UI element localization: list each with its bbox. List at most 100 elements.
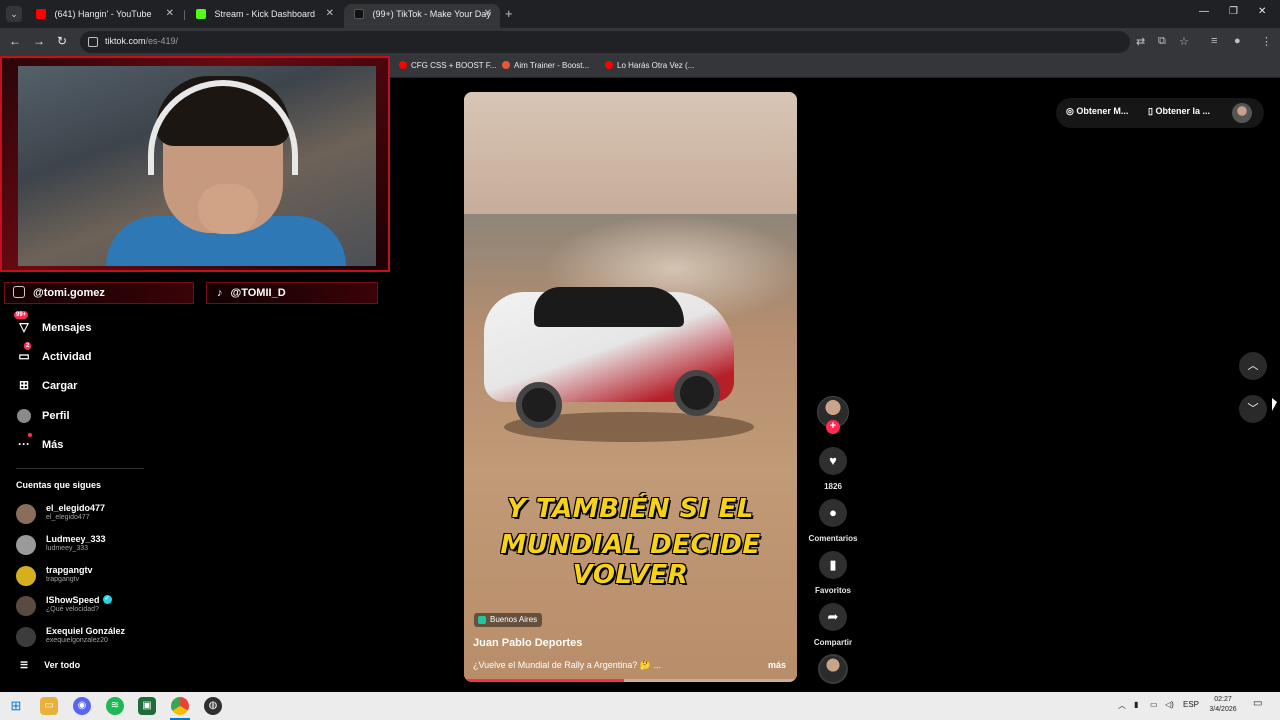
user-avatar[interactable] bbox=[1232, 103, 1252, 123]
install-app-icon[interactable]: ⧉ bbox=[1158, 35, 1166, 48]
chevron-up-icon: ︿ bbox=[1247, 360, 1259, 372]
browser-toolbar: ← → ↻ tiktok.com/es-419/ ⇄ ⧉ ☆ ≡ ● ⋮ bbox=[0, 28, 1280, 56]
kebab-menu-icon[interactable]: ⋮ bbox=[1261, 35, 1272, 48]
chrome-icon[interactable] bbox=[171, 697, 189, 715]
notification-icon[interactable]: ▭ bbox=[1253, 698, 1262, 709]
tiktok-handle: ♪ @TOMII_D bbox=[206, 282, 378, 304]
get-app-button[interactable]: ▯ Obtener la ... bbox=[1148, 106, 1210, 117]
car-wheel bbox=[674, 370, 720, 416]
reload-icon[interactable]: ↻ bbox=[57, 34, 67, 48]
account-name: Ludmeey_333 bbox=[46, 534, 106, 544]
comment-icon: ● bbox=[829, 505, 837, 520]
kick-icon bbox=[196, 8, 206, 19]
site-info-icon[interactable] bbox=[88, 37, 98, 47]
back-icon[interactable]: ← bbox=[9, 34, 21, 48]
previous-video-button[interactable]: ︿ bbox=[1239, 352, 1267, 380]
video-progress-fill bbox=[464, 679, 624, 682]
avatar bbox=[16, 535, 36, 555]
tab-tiktok[interactable]: (99+) TikTok - Make Your Day ✕ bbox=[344, 4, 500, 28]
upload-icon: ⊞ bbox=[18, 378, 30, 392]
new-tab-button[interactable]: + bbox=[505, 6, 513, 21]
sidebar-item-actividad[interactable]: ▭ 2 Actividad bbox=[16, 342, 92, 366]
share-icon: ➦ bbox=[827, 609, 839, 624]
bookmark-item[interactable]: Aim Trainer - Boost... bbox=[502, 60, 589, 70]
profile-icon[interactable]: ● bbox=[1234, 35, 1241, 47]
video-description: ¿Vuelve el Mundial de Rally a Argentina?… bbox=[473, 660, 661, 670]
sound-disc[interactable] bbox=[818, 654, 848, 684]
account-handle: ludmeey_333 bbox=[46, 545, 89, 552]
avatar bbox=[16, 627, 36, 647]
tab-divider bbox=[184, 10, 185, 20]
maximize-icon[interactable]: ❐ bbox=[1229, 6, 1238, 17]
tab-kick[interactable]: Stream - Kick Dashboard ✕ bbox=[186, 4, 342, 28]
favorites-button[interactable]: ▮ bbox=[819, 551, 847, 579]
windows-taskbar: ⊞ ▭ ◉ ≋ ▣ ◍ ︿ ▮ ▭ ◁) ESP 02:27 3/4/2026 … bbox=[0, 692, 1280, 720]
minimize-icon[interactable]: — bbox=[1199, 6, 1209, 17]
forward-icon[interactable]: → bbox=[33, 34, 45, 48]
volume-icon[interactable]: ◁) bbox=[1165, 700, 1174, 709]
instagram-icon bbox=[13, 286, 25, 299]
more-link[interactable]: más bbox=[768, 660, 786, 670]
activity-badge: 2 bbox=[24, 342, 32, 350]
mouse-cursor bbox=[1272, 398, 1277, 411]
obs-icon[interactable]: ◍ bbox=[204, 697, 222, 715]
bookmark-item[interactable]: Lo Harás Otra Vez (... bbox=[605, 60, 694, 70]
tab-youtube[interactable]: (641) Hangin' - YouTube ✕ bbox=[26, 4, 182, 28]
youtube-icon bbox=[605, 60, 613, 69]
location-icon bbox=[478, 616, 486, 624]
discord-icon[interactable]: ◉ bbox=[73, 697, 91, 715]
windows-start-icon[interactable]: ⊞ bbox=[7, 697, 25, 715]
bookmark-star-icon[interactable]: ☆ bbox=[1179, 35, 1189, 48]
show-hidden-icons[interactable]: ︿ bbox=[1118, 700, 1126, 711]
heart-icon: ♥ bbox=[829, 453, 837, 468]
see-all-link[interactable]: ☰ Ver todo bbox=[20, 660, 80, 671]
spotify-icon[interactable]: ≋ bbox=[106, 697, 124, 715]
like-button[interactable]: ♥ bbox=[819, 447, 847, 475]
location-tag[interactable]: Buenos Aires bbox=[474, 613, 543, 627]
bookmark-item[interactable]: CFG CSS + BOOST F... bbox=[399, 60, 496, 70]
address-bar[interactable]: tiktok.com/es-419/ bbox=[80, 31, 1130, 53]
file-explorer-icon[interactable]: ▭ bbox=[40, 697, 58, 715]
tiktok-icon: ♪ bbox=[217, 287, 223, 299]
header-actions: ◎ Obtener M... ▯ Obtener la ... bbox=[1056, 98, 1264, 128]
car-windshield bbox=[534, 287, 684, 327]
tab-search-icon[interactable]: ⌄ bbox=[6, 6, 22, 22]
sidebar-item-cargar[interactable]: ⊞ Cargar bbox=[16, 375, 78, 395]
close-icon[interactable]: ✕ bbox=[326, 4, 334, 24]
webcam-feed bbox=[18, 66, 376, 266]
divider bbox=[16, 468, 144, 469]
tab-title: Stream - Kick Dashboard bbox=[214, 9, 316, 19]
share-button[interactable]: ➦ bbox=[819, 603, 847, 631]
video-author[interactable]: Juan Pablo Deportes bbox=[473, 637, 582, 649]
follow-plus-icon[interactable]: + bbox=[826, 420, 840, 434]
video-caption-line1: Y TAMBIÉN SI EL bbox=[507, 494, 754, 524]
aim-trainer-icon bbox=[502, 60, 510, 69]
close-icon[interactable]: ✕ bbox=[484, 4, 492, 24]
close-window-icon[interactable]: ✕ bbox=[1258, 6, 1266, 17]
video-player[interactable]: Y TAMBIÉN SI EL MUNDIAL DECIDE VOLVER Bu… bbox=[464, 92, 797, 682]
sidebar-item-perfil[interactable]: Perfil bbox=[16, 405, 70, 425]
microphone-icon[interactable]: ▮ bbox=[1134, 700, 1138, 709]
car-wheel bbox=[516, 382, 562, 428]
comments-label: Comentarios bbox=[808, 534, 858, 543]
send-icon: ▽ 99+ bbox=[14, 311, 29, 334]
taskbar-clock[interactable]: 02:27 3/4/2026 bbox=[1203, 695, 1243, 715]
next-video-button[interactable]: ﹀ bbox=[1239, 395, 1267, 423]
sidebar-item-label: Más bbox=[42, 439, 64, 451]
kick-app-icon[interactable]: ▣ bbox=[138, 697, 156, 715]
translate-icon[interactable]: ⇄ bbox=[1136, 35, 1145, 48]
avatar bbox=[16, 504, 36, 524]
sidebar-item-mensajes[interactable]: ▽ 99+ Mensajes bbox=[14, 311, 92, 337]
language-indicator[interactable]: ESP bbox=[1183, 700, 1199, 709]
video-caption-line2: MUNDIAL DECIDE VOLVER bbox=[500, 530, 761, 590]
network-icon[interactable]: ▭ bbox=[1150, 700, 1158, 709]
sidebar-item-mas[interactable]: ··· Más bbox=[16, 433, 64, 454]
close-icon[interactable]: ✕ bbox=[166, 4, 174, 24]
get-coins-button[interactable]: ◎ Obtener M... bbox=[1066, 106, 1128, 117]
share-label: Compartir bbox=[813, 638, 853, 647]
tab-title: (641) Hangin' - YouTube bbox=[54, 9, 152, 19]
comments-button[interactable]: ● bbox=[819, 499, 847, 527]
media-controls-icon[interactable]: ≡ bbox=[1211, 35, 1217, 47]
notification-dot bbox=[28, 433, 32, 437]
account-name: trapgangtv bbox=[46, 565, 93, 575]
